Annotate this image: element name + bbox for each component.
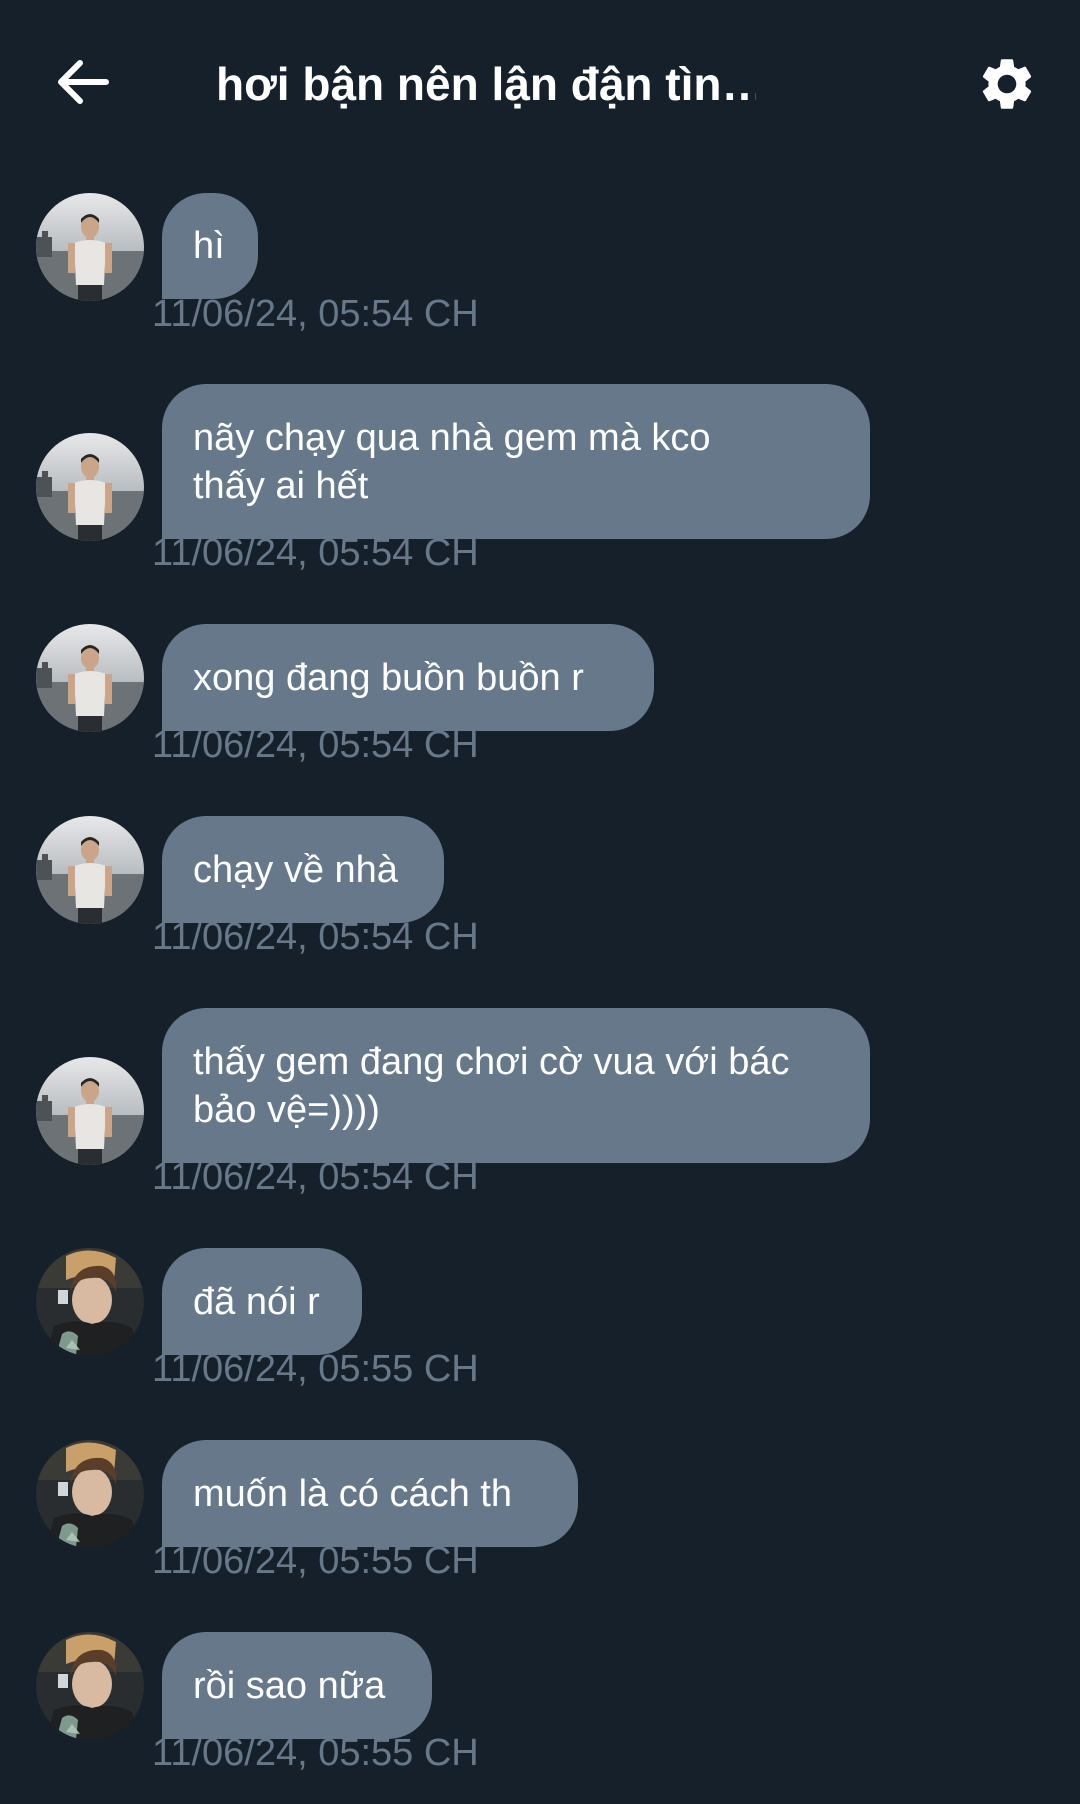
message-timestamp: 11/06/24, 05:54 CH [152, 724, 479, 766]
message-text: xong đang buồn buồn r [193, 656, 584, 699]
avatar-a-icon[interactable] [36, 433, 144, 541]
message-text: rồi sao nữa [193, 1664, 386, 1707]
message-text: muốn là có cách th [193, 1472, 512, 1515]
message-bubble[interactable]: nãy chạy qua nhà gem mà kco thấy ai hết [162, 384, 870, 539]
message-bubble[interactable]: muốn là có cách th [162, 1440, 578, 1547]
message-bubble[interactable]: hì [162, 193, 258, 299]
message-bubble[interactable]: đã nói r [162, 1248, 362, 1355]
avatar-a-icon[interactable] [36, 624, 144, 732]
message-text: chạy về nhà [193, 848, 398, 891]
message-bubble[interactable]: chạy về nhà [162, 816, 444, 923]
message-list[interactable]: hì 11/06/24, 05:54 CH nãy chạy qua nhà gem… [0, 0, 1080, 1804]
message-text: đã nói r [193, 1280, 320, 1323]
avatar-a-icon[interactable] [36, 1057, 144, 1165]
avatar-a-icon[interactable] [36, 193, 144, 301]
message-timestamp: 11/06/24, 05:55 CH [152, 1348, 479, 1390]
message-text: hì [193, 225, 225, 267]
message-timestamp: 11/06/24, 05:54 CH [152, 1156, 479, 1198]
avatar-b-icon[interactable] [36, 1632, 144, 1740]
avatar-b-icon[interactable] [36, 1248, 144, 1356]
message-bubble[interactable]: rồi sao nữa [162, 1632, 432, 1739]
message-bubble[interactable]: thấy gem đang chơi cờ vua với bác bảo vệ… [162, 1008, 870, 1163]
message-timestamp: 11/06/24, 05:54 CH [152, 293, 479, 335]
message-timestamp: 11/06/24, 05:54 CH [152, 916, 479, 958]
message-timestamp: 11/06/24, 05:55 CH [152, 1540, 479, 1582]
message-text: thấy gem đang chơi cờ vua với bác bảo vệ… [193, 1040, 790, 1131]
avatar-a-icon[interactable] [36, 816, 144, 924]
avatar-b-icon[interactable] [36, 1440, 144, 1548]
message-timestamp: 11/06/24, 05:54 CH [152, 532, 479, 574]
message-text: nãy chạy qua nhà gem mà kco thấy ai hết [193, 416, 711, 507]
message-timestamp: 11/06/24, 05:55 CH [152, 1732, 479, 1774]
message-bubble[interactable]: xong đang buồn buồn r [162, 624, 654, 731]
